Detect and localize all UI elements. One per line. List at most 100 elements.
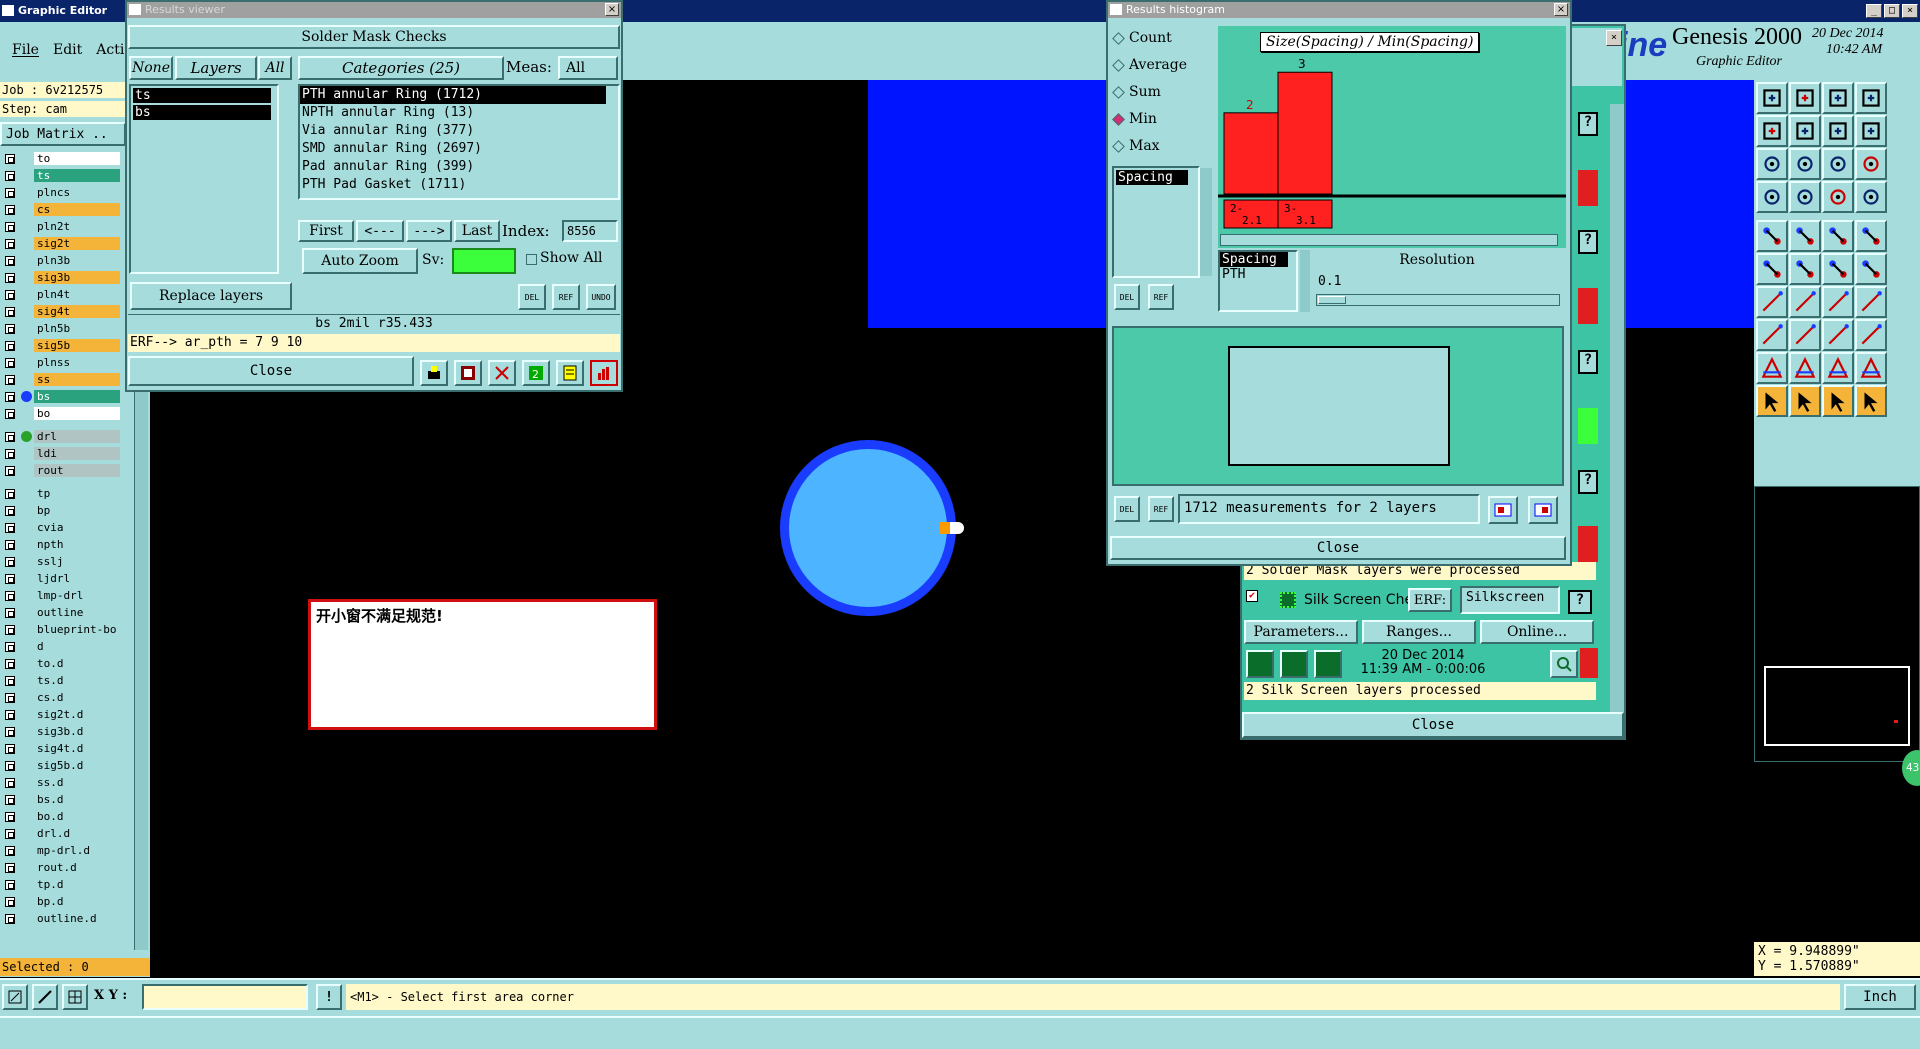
chart-view-icon[interactable] [1789, 220, 1821, 252]
layer-checkbox[interactable] [5, 358, 15, 368]
layer-name[interactable]: sig4t [34, 305, 120, 318]
notes-icon[interactable] [556, 360, 584, 386]
layer-name[interactable]: bp.d [34, 895, 120, 908]
checklist-scrollbar[interactable] [1610, 104, 1624, 714]
layer-checkbox[interactable] [5, 540, 15, 550]
layer-row[interactable]: bs [0, 390, 120, 403]
layer-checkbox[interactable] [5, 625, 15, 635]
layer-row[interactable]: rout [0, 464, 120, 477]
layer-checkbox[interactable] [5, 591, 15, 601]
step-icon[interactable]: 2 [522, 360, 550, 386]
layer-checkbox[interactable] [5, 897, 15, 907]
sv-color-dropdown[interactable] [452, 248, 516, 274]
layer-row[interactable]: bo.d [0, 810, 120, 823]
layer-row[interactable]: tp [0, 487, 120, 500]
category-item[interactable]: SMD annular Ring (2697) [300, 140, 606, 158]
maximize-icon[interactable]: □ [1884, 4, 1900, 18]
layer-checkbox[interactable] [5, 290, 15, 300]
layer-name[interactable]: cs [34, 203, 120, 216]
first-button[interactable]: First [298, 220, 354, 242]
layer-name[interactable]: cvia [34, 521, 120, 534]
help-icon[interactable]: ? [1578, 350, 1598, 374]
layer-name[interactable]: ts [34, 169, 120, 182]
layer-name[interactable]: sig3b [34, 271, 120, 284]
layer-name[interactable]: bs [34, 390, 120, 403]
layer-row[interactable]: outline [0, 606, 120, 619]
layer-row[interactable]: sig5b [0, 339, 120, 352]
layer-row[interactable]: sig4t [0, 305, 120, 318]
run-all-icon[interactable] [1314, 650, 1342, 678]
layer-row[interactable]: sig4t.d [0, 742, 120, 755]
layer-row[interactable]: d [0, 640, 120, 653]
layer-name[interactable]: sig5b [34, 339, 120, 352]
undo-icon[interactable]: UNDO [586, 284, 616, 310]
layer-checkbox[interactable] [5, 432, 15, 442]
help-icon[interactable]: ? [1578, 112, 1598, 136]
stack-icon[interactable] [1822, 181, 1854, 213]
layer-checkbox[interactable] [5, 812, 15, 822]
layer-checkbox[interactable] [5, 154, 15, 164]
layer-checkbox[interactable] [5, 693, 15, 703]
grid-select-icon[interactable] [1822, 319, 1854, 351]
erf-value[interactable]: Silkscreen [1460, 586, 1560, 614]
layer-checkbox[interactable] [5, 307, 15, 317]
layer-name[interactable]: bp [34, 504, 120, 517]
layer-checkbox[interactable] [5, 205, 15, 215]
histogram-delete-icon[interactable]: DEL [1114, 284, 1140, 310]
layer-name[interactable]: blueprint-bo [34, 623, 120, 636]
connect-icon[interactable] [1822, 253, 1854, 285]
layer-checkbox[interactable] [5, 409, 15, 419]
run-icon[interactable] [1246, 650, 1274, 678]
layer-checkbox[interactable] [5, 341, 15, 351]
layer-name[interactable]: pln5b [34, 322, 120, 335]
layer-row[interactable]: bo [0, 407, 120, 420]
menu-actions[interactable]: Acti [96, 42, 124, 58]
triangle-icon[interactable] [1756, 352, 1788, 384]
measure-list-item[interactable]: Spacing [1116, 170, 1188, 185]
meas-dropdown[interactable]: All [558, 56, 618, 80]
layer-row[interactable]: plncs [0, 186, 120, 199]
cluster-icon[interactable] [1855, 319, 1887, 351]
layers-button[interactable]: Layers [175, 56, 257, 80]
home-icon[interactable] [1822, 82, 1854, 114]
category-item[interactable]: PTH annular Ring (1712) [300, 86, 606, 104]
network-icon[interactable] [1855, 181, 1887, 213]
layer-row[interactable]: ts.d [0, 674, 120, 687]
layer-name[interactable]: sig5b.d [34, 759, 120, 772]
bridge-icon[interactable] [1822, 352, 1854, 384]
checklist-close-button[interactable]: Close [1242, 712, 1624, 738]
histogram-icon[interactable] [590, 360, 618, 386]
peak-icon[interactable] [1789, 352, 1821, 384]
layer-row[interactable]: pln2t [0, 220, 120, 233]
layer-name[interactable]: rout.d [34, 861, 120, 874]
layer-checkbox[interactable] [5, 489, 15, 499]
none-button[interactable]: None [129, 56, 173, 80]
chart-scrollbar[interactable] [1220, 234, 1558, 246]
layer-name[interactable]: pln3b [34, 254, 120, 267]
layer-row[interactable]: cvia [0, 521, 120, 534]
delete-icon[interactable]: DEL [518, 284, 546, 310]
line-icon[interactable] [1756, 286, 1788, 318]
grid-mode-icon[interactable] [62, 984, 88, 1010]
category-item[interactable]: PTH Pad Gasket (1711) [300, 176, 606, 194]
layer-checkbox[interactable] [5, 761, 15, 771]
pointer-tool-icon[interactable] [1855, 385, 1887, 417]
layer-checkbox[interactable] [5, 188, 15, 198]
layer-name[interactable]: sig3b.d [34, 725, 120, 738]
measure-list-scrollbar[interactable] [1200, 168, 1212, 276]
layer-name[interactable]: sig2t [34, 237, 120, 250]
aggregate-option-max[interactable]: Max [1112, 138, 1160, 154]
ranges-button[interactable]: Ranges... [1362, 620, 1476, 644]
layer-result-item[interactable]: bs [133, 105, 271, 120]
aggregate-option-sum[interactable]: Sum [1112, 84, 1161, 100]
results-viewer-close-button[interactable]: Close [128, 356, 414, 386]
all-button[interactable]: All [258, 56, 292, 80]
layer-checkbox[interactable] [5, 727, 15, 737]
layer-name[interactable]: outline [34, 606, 120, 619]
layer-name[interactable]: ss.d [34, 776, 120, 789]
measure-mode-icon[interactable] [32, 984, 58, 1010]
layer-checkbox[interactable] [5, 863, 15, 873]
histogram-close-button[interactable]: Close [1110, 536, 1566, 560]
pad-circle[interactable] [780, 440, 956, 616]
layer-row[interactable]: plnss [0, 356, 120, 369]
